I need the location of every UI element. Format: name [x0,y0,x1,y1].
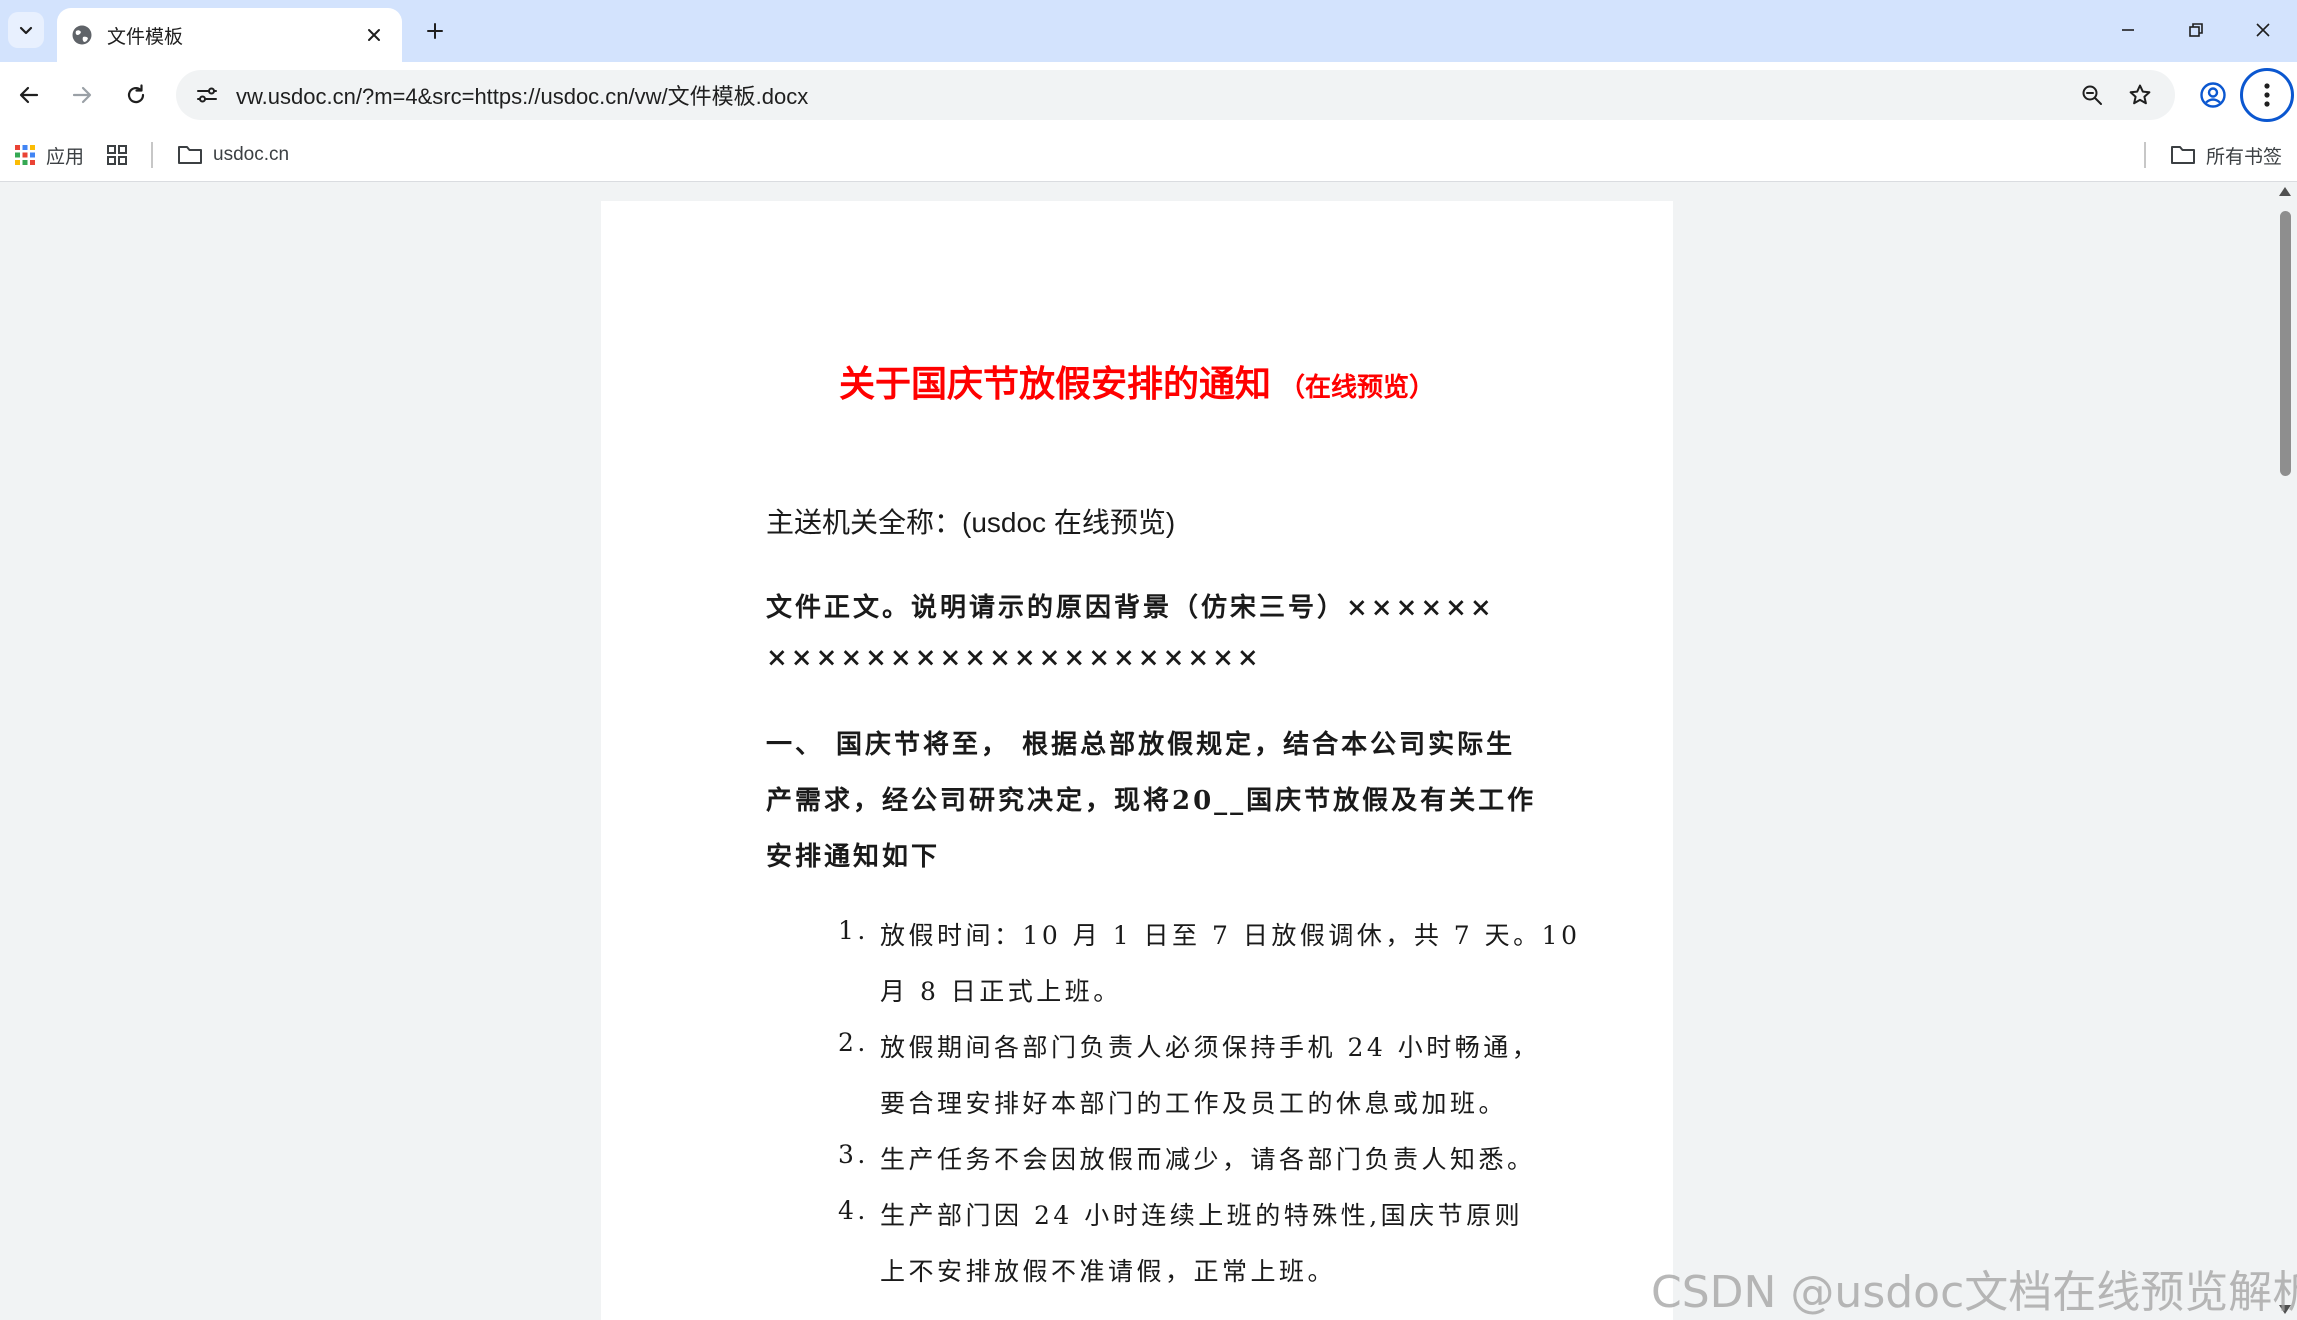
site-info-button[interactable] [190,78,224,112]
address-bar[interactable]: vw.usdoc.cn/?m=4&src=https://usdoc.cn/vw… [176,70,2175,120]
document-page: 关于国庆节放假安排的通知 （在线预览） 主送机关全称：(usdoc 在线预览) 文… [601,201,1673,1320]
bookmarks-divider [151,142,153,168]
vertical-scrollbar[interactable] [2274,183,2297,1320]
all-bookmarks-button[interactable]: 所有书签 [2170,140,2282,170]
profile-button[interactable] [2194,76,2232,114]
folder-icon [178,146,202,164]
restore-button[interactable] [2162,0,2230,60]
active-tab[interactable]: 文件模板 [57,8,402,62]
list-line: 生产任务不会因放假而减少，请各部门负责人知悉。 [880,1145,1536,1174]
grid-icon [107,145,127,165]
minimize-icon [2122,29,2134,31]
list-line: 月 8 日正式上班。 [880,977,1122,1006]
scroll-thumb[interactable] [2280,211,2291,476]
browser-menu-button[interactable] [2240,68,2294,122]
list-number: 4. [838,1196,869,1225]
body-text-line: ×××××××××××××××××××× [766,643,1262,673]
bookmark-apps-label: 应用 [46,146,85,168]
zoom-button[interactable] [2075,78,2109,112]
star-icon [2129,84,2151,105]
forward-button[interactable] [63,76,101,114]
window-close-button[interactable] [2229,0,2297,60]
back-button[interactable] [10,76,48,114]
list-line: 生产部门因 24 小时连续上班的特殊性,国庆节原则 [880,1201,1524,1230]
watermark-text: CSDN @usdoc文档在线预览解析 [1651,1267,2297,1318]
zoom-out-icon [2082,85,2102,105]
bookmark-folder-usdoc[interactable]: usdoc.cn [177,140,289,170]
recipient-line: 主送机关全称：(usdoc 在线预览) [766,507,1176,538]
scroll-up-arrow[interactable] [2279,187,2291,196]
bookmark-apps[interactable]: 应用 [14,140,84,170]
list-line: 放假时间：10 月 1 日至 7 日放假调休，共 7 天。10 [880,921,1581,950]
tab-title: 文件模板 [107,26,184,48]
title-main: 关于国庆节放假安排的通知 [838,363,1271,405]
section-text-line: 产需求，经公司研究决定，现将20__国庆节放假及有关工作 [766,786,1537,816]
bookmarks-bar: 应用 usdoc.cn 所有书签 [0,128,2297,182]
new-tab-button[interactable] [418,14,452,48]
globe-icon [72,25,92,45]
list-number: 2. [838,1028,869,1057]
document-title: 关于国庆节放假安排的通知 （在线预览） [601,355,1673,407]
list-line: 上不安排放假不准请假，正常上班。 [880,1257,1337,1286]
plus-icon [427,23,443,39]
tab-search-button[interactable] [8,12,44,48]
close-icon [368,29,380,41]
bookmark-star-button[interactable] [2123,78,2157,112]
account-icon [2200,82,2226,108]
title-suffix: （在线预览） [1279,373,1436,403]
folder-icon [2171,146,2195,164]
tab-close-button[interactable] [362,23,386,47]
tab-groups-button[interactable] [106,140,128,170]
close-icon [2256,23,2270,37]
section-text-line: 安排通知如下 [766,842,941,872]
list-line: 要合理安排好本部门的工作及员工的休息或加班。 [880,1089,1508,1118]
restore-icon [2189,23,2203,37]
arrow-left-icon [19,86,39,104]
bookmarks-divider-right [2144,142,2146,168]
list-number: 1. [838,916,869,945]
url-text[interactable]: vw.usdoc.cn/?m=4&src=https://usdoc.cn/vw… [236,79,2075,111]
section-text-line: 一、 国庆节将至， 根据总部放假规定，结合本公司实际生 [766,730,1516,760]
reload-icon [127,84,145,104]
list-line: 放假期间各部门负责人必须保持手机 24 小时畅通， [880,1033,1541,1062]
more-vert-icon [2264,83,2270,107]
bookmark-folder-label: usdoc.cn [213,144,290,165]
reload-button[interactable] [117,76,155,114]
document-viewer[interactable]: 关于国庆节放假安排的通知 （在线预览） 主送机关全称：(usdoc 在线预览) 文… [0,183,2297,1320]
apps-grid-icon [15,145,35,165]
arrow-right-icon [72,86,92,104]
tune-icon [197,87,217,103]
all-bookmarks-label: 所有书签 [2206,146,2283,168]
tab-strip: 文件模板 [0,0,2297,62]
body-text-line: 文件正文。说明请示的原因背景（仿宋三号）×××××× [766,593,1495,623]
minimize-button[interactable] [2094,0,2162,60]
browser-toolbar: vw.usdoc.cn/?m=4&src=https://usdoc.cn/vw… [0,62,2297,128]
list-number: 3. [838,1140,869,1169]
chevron-down-icon [19,26,33,35]
